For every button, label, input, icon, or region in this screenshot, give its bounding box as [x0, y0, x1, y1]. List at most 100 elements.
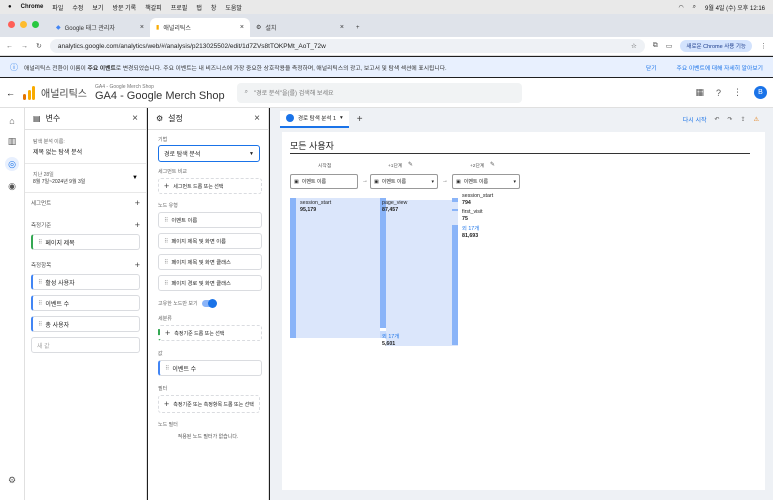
- maximize-window-icon[interactable]: [32, 21, 39, 28]
- tab-analytics[interactable]: ▮ 애널리틱스 ×: [150, 18, 250, 37]
- banner-learn-more-link[interactable]: 주요 이벤트에 대해 자세히 알아보기: [677, 63, 763, 72]
- add-metric-button[interactable]: +: [135, 260, 140, 270]
- drag-handle-icon[interactable]: ⠿: [38, 321, 43, 328]
- wifi-icon[interactable]: ◠: [678, 4, 683, 11]
- close-icon[interactable]: ×: [240, 24, 244, 31]
- minimize-window-icon[interactable]: [20, 21, 27, 28]
- bar-session-start-step2[interactable]: [452, 198, 458, 202]
- close-icon[interactable]: ×: [132, 113, 138, 124]
- step2-node-dropdown[interactable]: ▣ 이벤트 이름 ▾: [452, 174, 520, 189]
- apple-icon[interactable]: ●: [8, 4, 12, 10]
- menu-chrome[interactable]: Chrome: [21, 4, 44, 10]
- menu-window[interactable]: 창: [211, 3, 217, 12]
- node-page-view[interactable]: page_view 87,457: [382, 200, 407, 214]
- reload-icon[interactable]: ↻: [36, 42, 42, 50]
- avatar[interactable]: B: [754, 86, 767, 99]
- tab-settings[interactable]: ⚙ 설치 ×: [250, 18, 350, 37]
- node-session-start-step2[interactable]: session_start 794: [462, 193, 493, 207]
- menu-view[interactable]: 보기: [92, 3, 103, 12]
- redo-icon[interactable]: ↷: [728, 116, 733, 123]
- banner-close-button[interactable]: 닫기: [646, 63, 657, 72]
- edit-pencil-icon[interactable]: ✎: [490, 161, 495, 168]
- menu-tab[interactable]: 탭: [196, 3, 202, 12]
- drag-handle-icon[interactable]: ⠿: [38, 239, 43, 246]
- metric-chip-total-users[interactable]: ⠿ 총 사용자: [31, 316, 140, 332]
- chrome-features-button[interactable]: 새로운 Chrome 사용 기능: [680, 40, 752, 52]
- edit-pencil-icon[interactable]: ✎: [408, 161, 413, 168]
- close-icon[interactable]: ×: [254, 113, 260, 124]
- menu-history[interactable]: 방문 기록: [112, 3, 136, 12]
- technique-select[interactable]: 경로 탐색 분석 ▼: [158, 145, 260, 162]
- star-icon[interactable]: ☆: [631, 42, 637, 50]
- sidepanel-icon[interactable]: ▭: [666, 42, 673, 50]
- node-first-visit[interactable]: first_visit 75: [462, 209, 483, 223]
- step1-node-dropdown[interactable]: ▣ 이벤트 이름 ▾: [370, 174, 438, 189]
- share-icon[interactable]: ⇪: [741, 116, 746, 123]
- add-dimension-button[interactable]: +: [135, 220, 140, 230]
- node-type-page-title-screen-name[interactable]: ⠿ 페이지 제목 및 화면 이름: [158, 233, 262, 249]
- help-icon[interactable]: ?: [716, 88, 721, 98]
- add-segment-button[interactable]: +: [135, 198, 140, 208]
- menu-edit[interactable]: 수정: [72, 3, 83, 12]
- drag-handle-icon[interactable]: ⠿: [164, 259, 169, 266]
- exploration-name-input[interactable]: 제목 없는 탐색 분석: [33, 147, 138, 156]
- menu-bookmarks[interactable]: 책갈피: [145, 3, 162, 12]
- tab-tag-manager[interactable]: ◆ Google 태그 관리자 ×: [50, 18, 150, 37]
- search-icon[interactable]: ⌕: [693, 4, 696, 11]
- drag-handle-icon[interactable]: ⠿: [164, 238, 169, 245]
- warning-icon[interactable]: ⚠: [754, 116, 759, 123]
- segment-drop-zone[interactable]: + 세그먼트 드롭 또는 선택: [158, 178, 262, 194]
- bar-page-view[interactable]: [380, 198, 386, 328]
- undo-icon[interactable]: ↶: [715, 116, 720, 123]
- restart-button[interactable]: 다시 시작: [683, 115, 707, 124]
- close-icon[interactable]: ×: [140, 24, 144, 31]
- date-range-selector[interactable]: 지난 28일 8월 7일~2024년 9월 3일 ▼: [25, 169, 146, 187]
- reports-icon[interactable]: ▥: [8, 136, 17, 147]
- account-selector[interactable]: GA4 - Google Merch Shop GA4 - Google Mer…: [95, 84, 225, 102]
- home-icon[interactable]: ⌂: [9, 116, 14, 126]
- kebab-icon[interactable]: ⋮: [760, 42, 767, 50]
- tab-path-exploration[interactable]: 경로 탐색 분석 1 ▾: [280, 110, 349, 128]
- add-tab-button[interactable]: +: [357, 114, 363, 125]
- back-icon[interactable]: ←: [6, 43, 13, 50]
- unique-nodes-toggle[interactable]: [201, 299, 217, 308]
- clock[interactable]: 9월 4일 (수) 오후 12:16: [705, 3, 765, 12]
- menu-profile[interactable]: 프로필: [171, 3, 188, 12]
- admin-gear-icon[interactable]: ⚙: [8, 475, 16, 486]
- drag-handle-icon[interactable]: ⠿: [164, 280, 169, 287]
- value-chip-event-count[interactable]: ⠿ 이벤트 수: [158, 360, 262, 376]
- metric-chip-event-count[interactable]: ⠿ 이벤트 수: [31, 295, 140, 311]
- node-more-17-step1[interactable]: 외 17개 5,601: [382, 334, 399, 348]
- new-tab-button[interactable]: +: [350, 18, 370, 37]
- drag-handle-icon[interactable]: ⠿: [38, 300, 43, 307]
- close-window-icon[interactable]: [8, 21, 15, 28]
- search-input[interactable]: ⌕ "경로 분석"을(를) 검색해 보세요: [236, 82, 522, 103]
- metric-placeholder[interactable]: 새 값: [31, 337, 140, 353]
- node-more-17-step2[interactable]: 외 17개 81,693: [462, 226, 479, 240]
- drag-handle-icon[interactable]: ⠿: [165, 365, 170, 372]
- breakdown-drop-zone[interactable]: + 측정기준 드롭 또는 선택: [158, 325, 262, 341]
- bar-session-start[interactable]: [290, 198, 296, 338]
- apps-grid-icon[interactable]: ▦: [695, 87, 704, 98]
- close-icon[interactable]: ×: [340, 24, 344, 31]
- url-field[interactable]: analytics.google.com/analytics/web/#/ana…: [49, 39, 645, 53]
- explore-icon[interactable]: ◎: [5, 157, 19, 171]
- dimension-chip-page-title[interactable]: ⠿ 페이지 제목: [31, 234, 140, 250]
- menu-help[interactable]: 도움말: [225, 3, 242, 12]
- drag-handle-icon[interactable]: ⠿: [38, 279, 43, 286]
- bar-first-visit[interactable]: [452, 209, 458, 211]
- node-type-page-path-screen-class[interactable]: ⠿ 페이지 경로 및 화면 클래스: [158, 275, 262, 291]
- drag-handle-icon[interactable]: ⠿: [164, 217, 169, 224]
- kebab-icon[interactable]: ⋮: [733, 87, 742, 98]
- filter-drop-zone[interactable]: + 측정기준 또는 측정항목 드롭 또는 선택: [158, 395, 260, 413]
- extensions-icon[interactable]: ⧉: [653, 42, 658, 50]
- node-type-event-name[interactable]: ⠿ 이벤트 이름: [158, 212, 262, 228]
- node-type-page-title-screen-class[interactable]: ⠿ 페이지 제목 및 화면 클래스: [158, 254, 262, 270]
- menu-file[interactable]: 파일: [52, 3, 63, 12]
- metric-chip-active-users[interactable]: ⠿ 활성 사용자: [31, 274, 140, 290]
- forward-icon[interactable]: →: [21, 43, 28, 50]
- node-session-start[interactable]: session_start 95,179: [300, 200, 331, 214]
- back-arrow-icon[interactable]: ←: [6, 88, 15, 98]
- advertising-icon[interactable]: ◉: [8, 181, 16, 192]
- start-node-dropdown[interactable]: ▣ 이벤트 이름: [290, 174, 358, 189]
